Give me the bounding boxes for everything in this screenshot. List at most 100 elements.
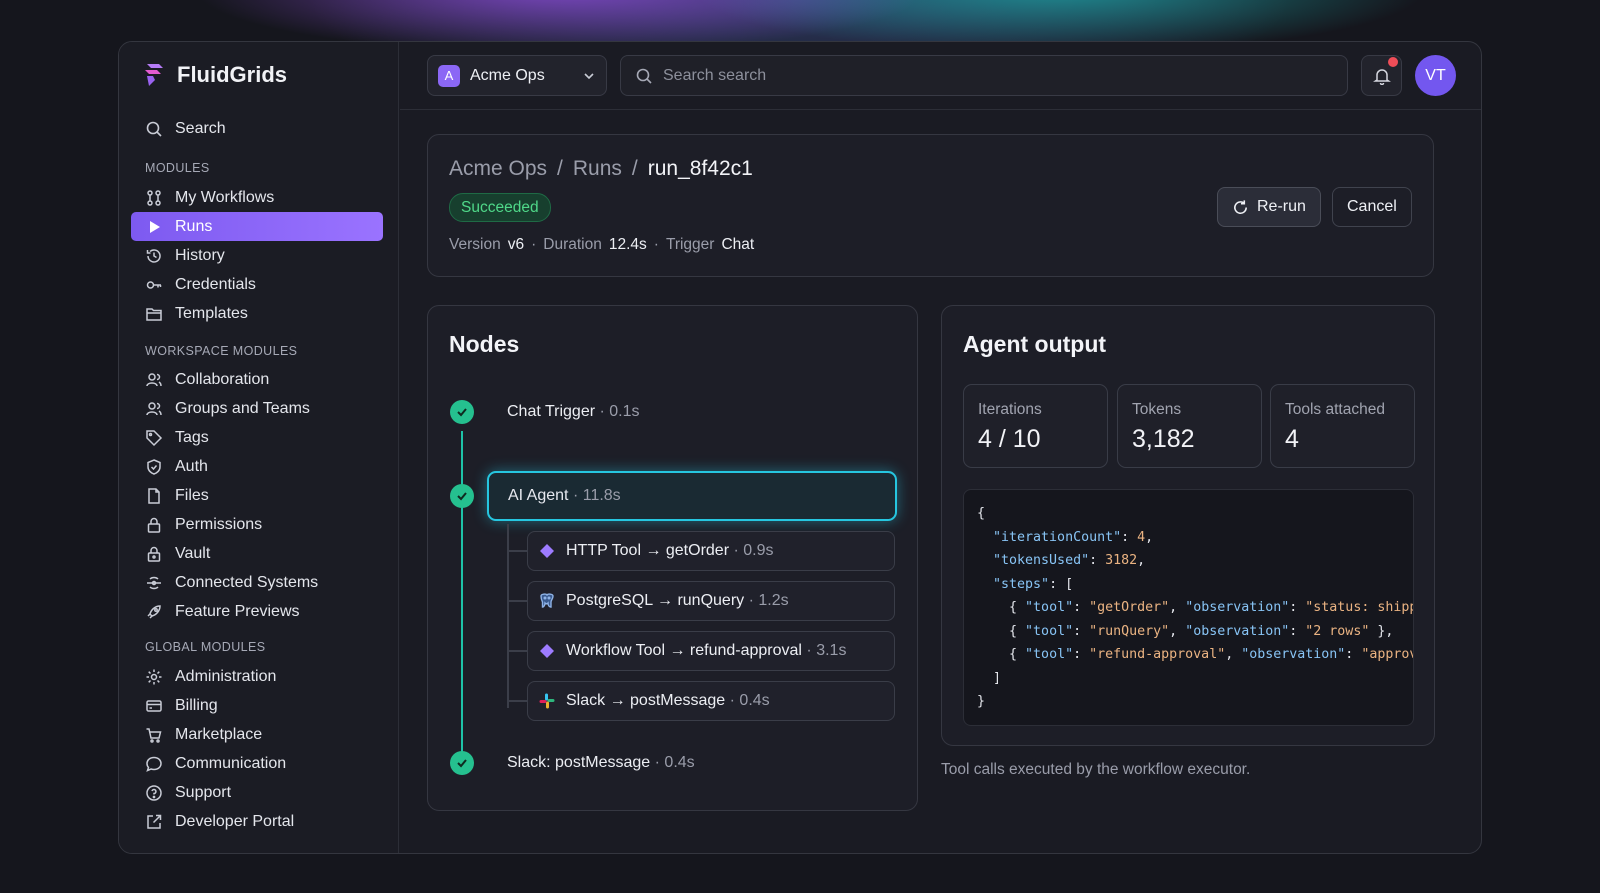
run-meta: Version v6 · Duration 12.4s · Trigger Ch… [449, 236, 754, 254]
code-line: { "tool": "runQuery", "observation": "2 … [977, 623, 1394, 639]
sidebar-item-administration[interactable]: Administration [131, 662, 383, 691]
sidebar-item-credentials[interactable]: Credentials [131, 270, 383, 299]
code-line: { "tool": "getOrder", "observation": "st… [977, 600, 1413, 615]
sidebar-item-label: Feature Previews [175, 602, 300, 620]
sidebar-item-communication[interactable]: Communication [131, 749, 383, 778]
brand[interactable]: FluidGrids [143, 62, 287, 88]
rerun-label: Re-run [1257, 198, 1306, 215]
tool-row-http[interactable]: HTTP Tool → getOrder · 0.9s [527, 531, 895, 571]
sidebar-item-label: Credentials [175, 275, 256, 293]
node-duration: · 11.8s [572, 487, 621, 504]
breadcrumb-separator: / [631, 157, 638, 180]
sidebar-item-marketplace[interactable]: Marketplace [131, 720, 383, 749]
stat-label: Iterations [978, 401, 1042, 418]
sidebar-item-support[interactable]: Support [131, 778, 383, 807]
rerun-button[interactable]: Re-run [1217, 187, 1321, 227]
breadcrumb-workspace[interactable]: Acme Ops [449, 157, 547, 181]
tag-icon [146, 429, 163, 446]
meta-separator: · [531, 236, 537, 253]
sidebar-item-files[interactable]: Files [131, 481, 383, 510]
tool-duration: · 0.9s [733, 542, 774, 559]
sidebar-item-tags[interactable]: Tags [131, 423, 383, 452]
sidebar-item-runs[interactable]: Runs [131, 212, 383, 241]
help-icon [146, 784, 162, 801]
duration-value: 12.4s [608, 236, 647, 253]
avatar[interactable]: VT [1415, 55, 1456, 96]
sidebar-item-my-workflows[interactable]: My Workflows [131, 183, 383, 212]
sidebar-item-billing[interactable]: Billing [131, 691, 383, 720]
tool-row-postgres[interactable]: PostgreSQL → runQuery · 1.2s [527, 581, 895, 621]
code-line: { [977, 506, 986, 521]
diamond-icon [540, 544, 554, 558]
nodes-title: Nodes [449, 331, 520, 357]
sidebar-item-developer-portal[interactable]: Developer Portal [131, 807, 383, 836]
user-icon [146, 372, 162, 386]
workspace-selector[interactable]: A Acme Ops [427, 55, 607, 96]
file-icon [148, 487, 160, 504]
code-line: "tokensUsed": 3182, [993, 553, 1146, 568]
node-slack-postmessage[interactable]: Slack: postMessage · 0.4s [507, 754, 695, 772]
json-output-code[interactable]: { "iterationCount": 4, "tokensUsed": 318… [963, 489, 1414, 726]
slack-icon [539, 693, 555, 709]
search-box[interactable] [620, 55, 1348, 96]
brand-name: FluidGrids [177, 62, 287, 87]
history-icon [146, 248, 161, 263]
notifications-button[interactable] [1361, 55, 1402, 96]
sidebar-item-templates[interactable]: Templates [131, 299, 383, 328]
tool-row-workflow[interactable]: Workflow Tool → refund-approval · 3.1s [527, 631, 895, 671]
sidebar-item-permissions[interactable]: Permissions [131, 510, 383, 539]
node-name: Slack: postMessage [507, 754, 651, 771]
tool-connector [507, 650, 527, 652]
breadcrumb-runs[interactable]: Runs [573, 157, 622, 181]
sidebar-item-groups-and-teams[interactable]: Groups and Teams [131, 394, 383, 423]
trigger-value: Chat [721, 236, 755, 253]
run-header-card: Acme Ops / Runs / run_8f42c1 Succeeded V… [427, 134, 1434, 277]
gear-icon [146, 669, 162, 684]
search-input[interactable] [663, 66, 1333, 85]
sidebar-search-label: Search [175, 119, 226, 137]
sidebar-item-label: Connected Systems [175, 573, 319, 591]
code-line: ] [977, 670, 1002, 686]
cart-icon [146, 727, 162, 743]
notification-dot [1388, 57, 1398, 67]
code-line: "steps": [ [993, 576, 1074, 592]
key-icon [146, 280, 162, 289]
agent-output-caption: Tool calls executed by the workflow exec… [941, 761, 1251, 778]
sidebar-item-label: Tags [175, 428, 209, 446]
sidebar-item-connected-systems[interactable]: Connected Systems [131, 568, 383, 597]
tool-name: Slack → postMessage [566, 692, 726, 709]
external-link-icon [147, 814, 162, 829]
section-label-global-modules: GLOBAL MODULES [145, 640, 266, 654]
node-ai-agent[interactable]: AI Agent · 11.8s [487, 471, 897, 521]
tool-name: PostgreSQL → runQuery [566, 592, 745, 609]
tool-name: HTTP Tool → getOrder [566, 542, 730, 559]
sidebar-item-collaboration[interactable]: Collaboration [131, 365, 383, 394]
stat-label: Tools attached [1285, 401, 1385, 418]
sidebar-item-auth[interactable]: Auth [131, 452, 383, 481]
sidebar-item-history[interactable]: History [131, 241, 383, 270]
node-duration: · 0.4s [654, 754, 695, 771]
tool-duration: · 0.4s [729, 692, 770, 709]
agent-output-title: Agent output [963, 331, 1107, 357]
sidebar-search[interactable]: Search [131, 114, 383, 143]
postgres-icon [540, 593, 554, 608]
play-icon [150, 220, 160, 233]
sidebar: FluidGrids Search MODULES My Workflows R… [119, 42, 399, 853]
sidebar-item-vault[interactable]: Vault [131, 539, 383, 568]
sidebar-item-label: Groups and Teams [175, 399, 310, 417]
app-window: FluidGrids Search MODULES My Workflows R… [118, 41, 1482, 854]
node-chat-trigger[interactable]: Chat Trigger · 0.1s [507, 403, 640, 421]
topbar: A Acme Ops VT [400, 42, 1481, 110]
version-label: Version [449, 236, 501, 253]
tool-row-slack[interactable]: Slack → postMessage · 0.4s [527, 681, 895, 721]
cancel-button[interactable]: Cancel [1332, 187, 1412, 227]
sidebar-item-label: Vault [175, 544, 211, 562]
stat-value: 4 / 10 [978, 425, 1041, 453]
tool-name: Workflow Tool → refund-approval [566, 642, 802, 659]
success-check-icon [450, 751, 474, 775]
sidebar-item-feature-previews[interactable]: Feature Previews [131, 597, 383, 626]
lock-icon [147, 517, 161, 533]
node-name: Chat Trigger [507, 403, 596, 420]
folder-icon [146, 307, 162, 321]
breadcrumb: Acme Ops / Runs / run_8f42c1 [449, 157, 753, 181]
